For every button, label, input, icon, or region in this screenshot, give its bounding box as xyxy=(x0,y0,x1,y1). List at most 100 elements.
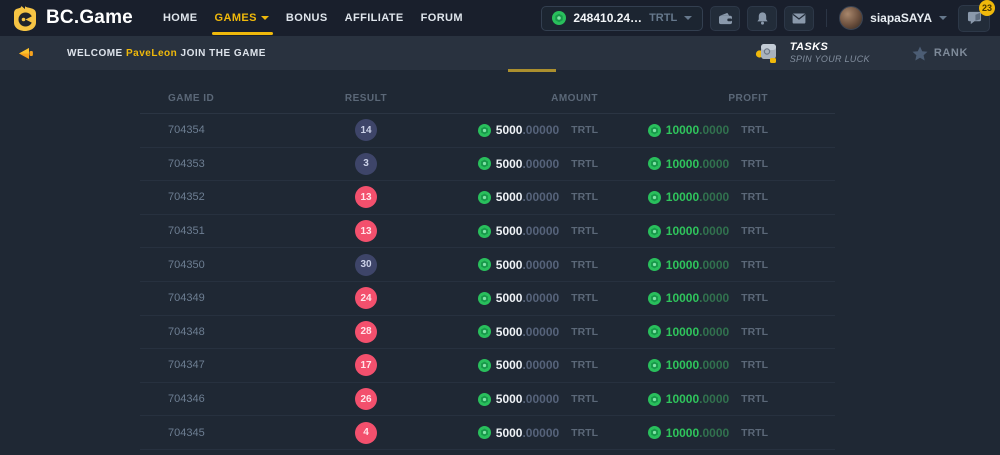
bcgame-logo-icon xyxy=(12,5,38,32)
result-badge: 17 xyxy=(355,354,377,376)
trtl-coin-icon xyxy=(478,225,491,238)
welcome-message: WELCOME PaveLeon JOIN THE GAME xyxy=(67,48,266,59)
profit-currency: TRTL xyxy=(741,292,768,304)
trtl-coin-icon xyxy=(648,225,661,238)
profit-cell: 10000.0000 TRTL xyxy=(648,424,768,442)
profit-cell: 10000.0000 TRTL xyxy=(648,289,768,307)
result-badge: 24 xyxy=(355,287,377,309)
nav-item-games-label: GAMES xyxy=(215,12,257,24)
profit-currency: TRTL xyxy=(741,225,768,237)
amount-currency: TRTL xyxy=(571,427,598,439)
table-row[interactable]: 704352 13 5000.00000 TRTL 10000.0000 TRT… xyxy=(140,181,835,215)
profit-currency: TRTL xyxy=(741,124,768,136)
announcement-bar-right: TASKS SPIN YOUR LUCK RANK xyxy=(755,41,982,66)
profit-value: 10000.0000 xyxy=(666,390,729,408)
bell-icon xyxy=(756,11,769,25)
table-body: 704354 14 5000.00000 TRTL 10000.0000 TRT… xyxy=(140,114,835,450)
profit-cell: 10000.0000 TRTL xyxy=(648,155,768,173)
header-game-id: GAME ID xyxy=(168,93,214,104)
profit-currency: TRTL xyxy=(741,393,768,405)
table-row[interactable]: 704354 14 5000.00000 TRTL 10000.0000 TRT… xyxy=(140,114,835,148)
header-amount: AMOUNT xyxy=(551,93,598,104)
bets-table: GAME ID RESULT AMOUNT PROFIT 704354 14 5… xyxy=(140,83,835,450)
amount-value: 5000.00000 xyxy=(496,222,559,240)
game-id-cell: 704353 xyxy=(168,158,288,170)
table-row[interactable]: 704350 30 5000.00000 TRTL 10000.0000 TRT… xyxy=(140,248,835,282)
tasks-widget[interactable]: TASKS SPIN YOUR LUCK xyxy=(755,41,870,66)
nav-item-home[interactable]: HOME xyxy=(163,0,198,36)
amount-currency: TRTL xyxy=(571,191,598,203)
top-navbar: BC.Game HOME GAMES BONUS AFFILIATE FORUM… xyxy=(0,0,1000,36)
nav-item-forum[interactable]: FORUM xyxy=(421,0,463,36)
trtl-coin-icon xyxy=(478,359,491,372)
amount-currency: TRTL xyxy=(571,326,598,338)
profit-cell: 10000.0000 TRTL xyxy=(648,222,768,240)
header-result: RESULT xyxy=(345,93,387,104)
profit-value: 10000.0000 xyxy=(666,424,729,442)
game-id-cell: 704352 xyxy=(168,191,288,203)
trtl-coin-icon xyxy=(648,393,661,406)
amount-cell: 5000.00000 TRTL xyxy=(478,155,598,173)
chevron-down-icon xyxy=(939,16,947,20)
result-badge: 13 xyxy=(355,186,377,208)
profit-cell: 10000.0000 TRTL xyxy=(648,121,768,139)
trtl-coin-icon xyxy=(552,11,566,25)
navbar-divider xyxy=(826,9,827,27)
table-row[interactable]: 704345 4 5000.00000 TRTL 10000.0000 TRTL xyxy=(140,416,835,450)
star-icon xyxy=(912,46,928,61)
profit-currency: TRTL xyxy=(741,427,768,439)
messages-button[interactable] xyxy=(784,6,814,31)
rank-widget[interactable]: RANK xyxy=(912,46,968,61)
amount-value: 5000.00000 xyxy=(496,390,559,408)
trtl-coin-icon xyxy=(648,157,661,170)
chat-icon xyxy=(967,11,982,25)
welcome-prefix: WELCOME xyxy=(67,48,123,59)
result-cell: 13 xyxy=(355,220,377,242)
welcome-username: PaveLeon xyxy=(126,48,177,59)
result-cell: 28 xyxy=(355,321,377,343)
profit-currency: TRTL xyxy=(741,158,768,170)
table-row[interactable]: 704348 28 5000.00000 TRTL 10000.0000 TRT… xyxy=(140,316,835,350)
amount-value: 5000.00000 xyxy=(496,188,559,206)
amount-value: 5000.00000 xyxy=(496,323,559,341)
result-cell: 26 xyxy=(355,388,377,410)
profit-value: 10000.0000 xyxy=(666,256,729,274)
balance-value: 248410.24… xyxy=(573,11,642,25)
amount-currency: TRTL xyxy=(571,225,598,237)
nav-item-games[interactable]: GAMES xyxy=(215,0,269,36)
chevron-down-icon xyxy=(261,16,269,20)
welcome-suffix: JOIN THE GAME xyxy=(181,48,266,59)
table-row[interactable]: 704346 26 5000.00000 TRTL 10000.0000 TRT… xyxy=(140,383,835,417)
result-cell: 17 xyxy=(355,354,377,376)
table-row[interactable]: 704353 3 5000.00000 TRTL 10000.0000 TRTL xyxy=(140,148,835,182)
result-badge: 3 xyxy=(355,153,377,175)
table-row[interactable]: 704347 17 5000.00000 TRTL 10000.0000 TRT… xyxy=(140,349,835,383)
profit-cell: 10000.0000 TRTL xyxy=(648,256,768,274)
table-row[interactable]: 704349 24 5000.00000 TRTL 10000.0000 TRT… xyxy=(140,282,835,316)
user-menu[interactable]: siapaSAYA xyxy=(839,6,947,30)
tasks-title: TASKS xyxy=(790,41,870,55)
chat-button[interactable]: 23 xyxy=(958,5,990,32)
trtl-coin-icon xyxy=(648,426,661,439)
amount-cell: 5000.00000 TRTL xyxy=(478,289,598,307)
brand-title: BC.Game xyxy=(46,7,133,29)
wallet-button[interactable] xyxy=(710,6,740,31)
nav-item-affiliate[interactable]: AFFILIATE xyxy=(345,0,404,36)
amount-cell: 5000.00000 TRTL xyxy=(478,390,598,408)
balance-currency: TRTL xyxy=(649,12,677,24)
table-header-row: GAME ID RESULT AMOUNT PROFIT xyxy=(140,83,835,114)
avatar xyxy=(839,6,863,30)
amount-value: 5000.00000 xyxy=(496,256,559,274)
profit-value: 10000.0000 xyxy=(666,155,729,173)
balance-dropdown[interactable]: 248410.24… TRTL xyxy=(541,6,703,31)
game-id-cell: 704347 xyxy=(168,359,288,371)
result-cell: 4 xyxy=(355,422,377,444)
trtl-coin-icon xyxy=(478,393,491,406)
chat-unread-badge: 23 xyxy=(979,0,995,16)
profit-value: 10000.0000 xyxy=(666,188,729,206)
amount-cell: 5000.00000 TRTL xyxy=(478,323,598,341)
brand[interactable]: BC.Game xyxy=(12,5,133,32)
notifications-button[interactable] xyxy=(747,6,777,31)
table-row[interactable]: 704351 13 5000.00000 TRTL 10000.0000 TRT… xyxy=(140,215,835,249)
nav-item-bonus[interactable]: BONUS xyxy=(286,0,328,36)
